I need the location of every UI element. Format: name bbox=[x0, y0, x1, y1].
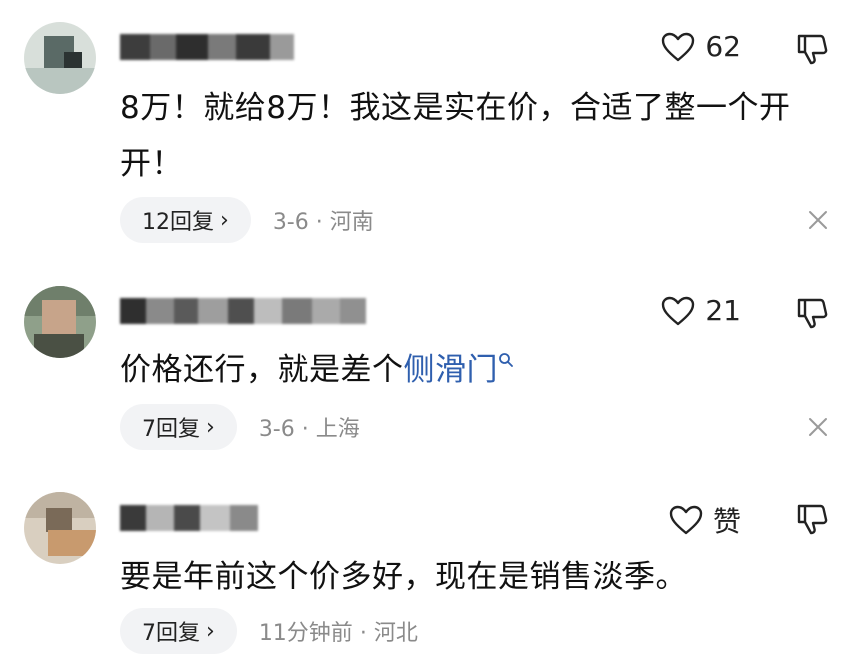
like-button[interactable]: 21 bbox=[661, 294, 741, 327]
thumbs-down-icon[interactable] bbox=[795, 32, 829, 66]
close-icon[interactable] bbox=[807, 416, 829, 438]
avatar[interactable] bbox=[24, 22, 96, 94]
username-blurred[interactable] bbox=[120, 505, 258, 531]
reply-button[interactable]: 7回复 › bbox=[120, 608, 237, 654]
avatar[interactable] bbox=[24, 286, 96, 358]
comment-date: 11分钟前 bbox=[258, 621, 353, 646]
comment-meta: 7回复 › 3-6 · 上海 bbox=[120, 404, 360, 450]
reply-button[interactable]: 12回复 › bbox=[120, 197, 251, 243]
thumbs-down-icon[interactable] bbox=[795, 296, 829, 330]
comment-text: 要是年前这个价多好，现在是销售淡季。 bbox=[120, 559, 687, 595]
thumbs-down-icon[interactable] bbox=[795, 502, 829, 536]
reply-label: 7回复 bbox=[142, 417, 200, 442]
comment-text: 价格还行，就是差个侧滑门 bbox=[120, 342, 820, 398]
search-icon[interactable] bbox=[498, 352, 514, 368]
like-button[interactable]: 赞 bbox=[669, 500, 741, 540]
chevron-right-icon: › bbox=[206, 618, 215, 644]
separator: · bbox=[359, 621, 367, 646]
heart-icon bbox=[662, 296, 695, 325]
like-button[interactable]: 62 bbox=[661, 30, 741, 63]
reply-button[interactable]: 7回复 › bbox=[120, 404, 237, 450]
chevron-right-icon: › bbox=[206, 414, 215, 440]
reply-label: 7回复 bbox=[142, 621, 200, 646]
comment-text: 8万！就给8万！我这是实在价，合适了整一个开开！ bbox=[120, 90, 791, 182]
keyword-search-link[interactable]: 侧滑门 bbox=[404, 352, 499, 388]
username-blurred[interactable] bbox=[120, 298, 366, 324]
comment-date-location: 3-6 · 河南 bbox=[273, 204, 374, 236]
chevron-right-icon: › bbox=[220, 207, 229, 233]
username-blurred[interactable] bbox=[120, 34, 294, 60]
comment-meta: 12回复 › 3-6 · 河南 bbox=[120, 197, 374, 243]
separator: · bbox=[315, 210, 323, 235]
heart-icon bbox=[669, 505, 703, 535]
avatar[interactable] bbox=[24, 492, 96, 564]
separator: · bbox=[301, 417, 309, 442]
heart-icon bbox=[662, 32, 695, 61]
reply-label: 12回复 bbox=[142, 210, 214, 235]
comment-meta: 7回复 › 11分钟前 · 河北 bbox=[120, 608, 418, 654]
comment-date: 3-6 bbox=[258, 417, 295, 442]
comment-date-location: 11分钟前 · 河北 bbox=[259, 615, 418, 647]
like-label: 赞 bbox=[712, 505, 741, 538]
comment-date-location: 3-6 · 上海 bbox=[259, 411, 360, 443]
close-icon[interactable] bbox=[807, 209, 829, 231]
like-count: 21 bbox=[705, 294, 741, 327]
comment-location: 上海 bbox=[315, 417, 360, 442]
comment-text-body: 价格还行，就是差个 bbox=[120, 352, 404, 388]
comment-location: 河南 bbox=[329, 210, 374, 235]
like-count: 62 bbox=[705, 30, 741, 63]
comment-date: 3-6 bbox=[272, 210, 309, 235]
comment-location: 河北 bbox=[373, 621, 418, 646]
